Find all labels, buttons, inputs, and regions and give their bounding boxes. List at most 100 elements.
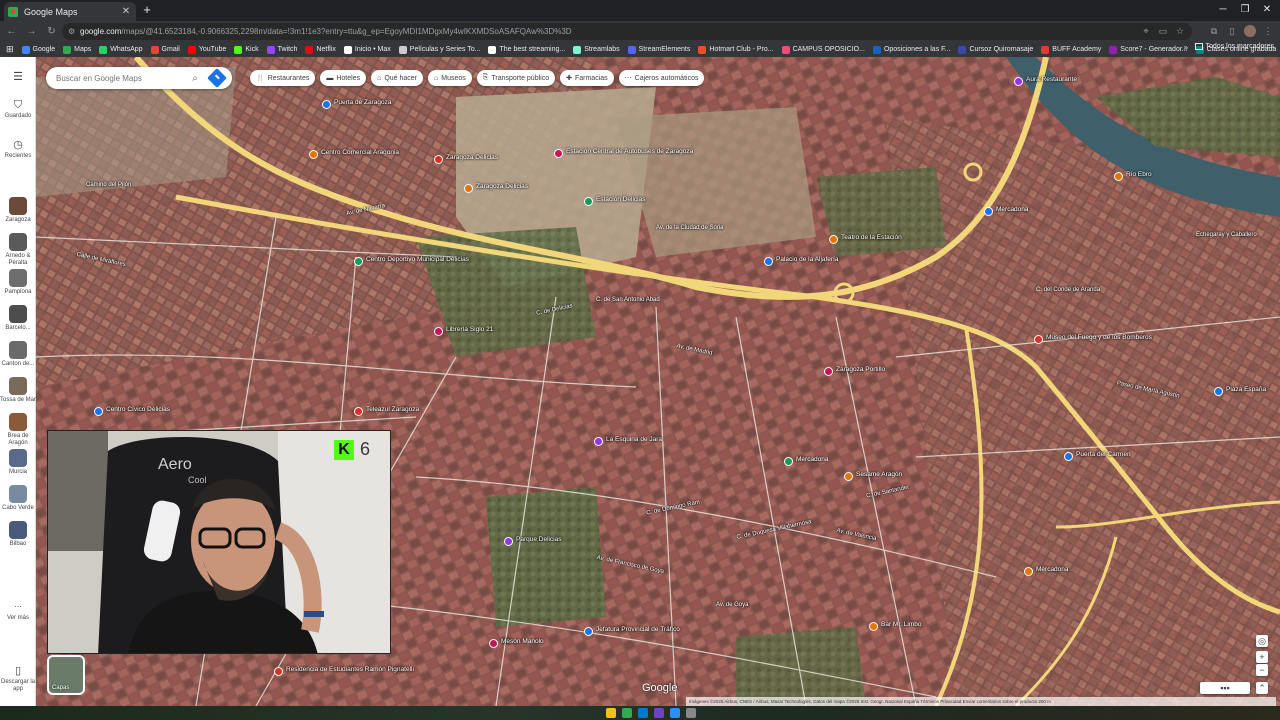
- poi-marker-icon[interactable]: [764, 257, 773, 266]
- recent-place-item[interactable]: Cabo Verde: [0, 485, 36, 512]
- directions-icon[interactable]: [207, 68, 227, 88]
- poi-marker-icon[interactable]: [322, 100, 331, 109]
- category-chip[interactable]: ✚ Farmacias: [560, 70, 614, 86]
- apps-icon[interactable]: ⊞: [6, 44, 14, 55]
- bookmark-item[interactable]: Streamlabs: [573, 45, 620, 54]
- maximize-button[interactable]: ❐: [1234, 3, 1256, 17]
- poi-marker-icon[interactable]: [1114, 172, 1123, 181]
- address-bar[interactable]: ⚙ google.com /maps/@41.6523184,-0.906632…: [62, 23, 1192, 40]
- forward-icon[interactable]: →: [23, 23, 40, 40]
- saved-button[interactable]: ⛉ Guardado: [0, 99, 36, 120]
- poi-marker-icon[interactable]: [354, 257, 363, 266]
- place-label[interactable]: Sesame Aragón: [856, 471, 902, 478]
- bookmarks-overflow-button[interactable]: »: [1184, 43, 1188, 52]
- recent-place-item[interactable]: Murcia: [0, 449, 36, 476]
- poi-marker-icon[interactable]: [584, 627, 593, 636]
- place-label[interactable]: Zaragoza Delicias: [476, 183, 528, 190]
- category-chip[interactable]: ⋯ Cajeros automáticos: [618, 70, 705, 86]
- extensions-icon[interactable]: ⧉: [1208, 25, 1220, 37]
- app-icon[interactable]: [654, 708, 664, 718]
- chrome-icon[interactable]: [622, 708, 632, 718]
- poi-marker-icon[interactable]: [434, 155, 443, 164]
- bookmark-item[interactable]: StreamElements: [627, 45, 690, 54]
- poi-marker-icon[interactable]: [1024, 567, 1033, 576]
- place-label[interactable]: Aura Restaurante: [1026, 76, 1077, 83]
- new-tab-button[interactable]: +: [140, 3, 154, 17]
- search-icon[interactable]: ⌕: [188, 73, 202, 84]
- place-label[interactable]: Centro Comercial Aragonia: [321, 149, 399, 156]
- zoom-in-button[interactable]: +: [1256, 651, 1268, 663]
- recent-place-item[interactable]: Tossa de Mar: [0, 377, 36, 404]
- reload-icon[interactable]: ↻: [43, 23, 60, 40]
- bookmark-item[interactable]: Maps: [63, 45, 91, 54]
- place-label[interactable]: Mercadona: [796, 456, 829, 463]
- bookmark-item[interactable]: Netflix: [305, 45, 336, 54]
- poi-marker-icon[interactable]: [94, 407, 103, 416]
- place-label[interactable]: Teatro de la Estación: [841, 234, 902, 241]
- app-icon-3[interactable]: [686, 708, 696, 718]
- place-label[interactable]: Puerta de Zaragoza: [334, 99, 391, 106]
- split-view-icon[interactable]: ▯: [1226, 25, 1238, 37]
- category-chip[interactable]: ⌂ Museos: [428, 70, 472, 86]
- poi-marker-icon[interactable]: [464, 184, 473, 193]
- street-view-pegman-icon[interactable]: ▪▪▪: [1200, 682, 1250, 694]
- place-label[interactable]: Librería Siglo 21: [446, 326, 493, 333]
- category-chip[interactable]: 🍴 Restaurantes: [250, 70, 316, 86]
- poi-marker-icon[interactable]: [1214, 387, 1223, 396]
- poi-marker-icon[interactable]: [584, 197, 593, 206]
- bookmark-item[interactable]: Inicio • Max: [343, 45, 391, 54]
- expand-icon[interactable]: ⌃: [1256, 682, 1268, 694]
- bookmark-star-icon[interactable]: ☆: [1174, 25, 1186, 37]
- file-explorer-icon[interactable]: [606, 708, 616, 718]
- bookmark-item[interactable]: Twitch: [266, 45, 297, 54]
- cast-icon[interactable]: ▭: [1157, 25, 1169, 37]
- place-label[interactable]: Palacio de la Aljafería: [776, 256, 839, 263]
- site-info-icon[interactable]: ⚙: [68, 27, 80, 36]
- close-tab-icon[interactable]: ✕: [120, 6, 132, 17]
- bookmark-item[interactable]: The best streaming...: [488, 45, 565, 54]
- bookmark-item[interactable]: BUFF Academy: [1041, 45, 1101, 54]
- poi-marker-icon[interactable]: [824, 367, 833, 376]
- poi-marker-icon[interactable]: [309, 150, 318, 159]
- recent-place-item[interactable]: Barcelo...: [0, 305, 36, 332]
- poi-marker-icon[interactable]: [354, 407, 363, 416]
- place-label[interactable]: Residencia de Estudiantes Ramón Pignatel…: [286, 666, 414, 673]
- poi-marker-icon[interactable]: [274, 667, 283, 676]
- place-label[interactable]: Teleazul Zaragoza: [366, 406, 419, 413]
- category-chip[interactable]: ⌂ Qué hacer: [371, 70, 424, 86]
- poi-marker-icon[interactable]: [554, 149, 563, 158]
- my-location-icon[interactable]: ◎: [1256, 635, 1268, 647]
- recent-place-item[interactable]: Arnedo & Peralta: [0, 233, 36, 267]
- more-recents-button[interactable]: ⋯ Ver más: [0, 601, 36, 622]
- recent-place-item[interactable]: Canton de...: [0, 341, 36, 368]
- category-chip[interactable]: ⎘ Transporte público: [476, 70, 556, 86]
- recent-place-item[interactable]: Zaragoza: [0, 197, 36, 224]
- place-label[interactable]: Mesón Manolo: [501, 638, 544, 645]
- poi-marker-icon[interactable]: [489, 639, 498, 648]
- recent-place-item[interactable]: Brea de Aragón: [0, 413, 36, 447]
- search-input[interactable]: [56, 73, 184, 83]
- menu-button[interactable]: ☰: [0, 71, 36, 83]
- place-label[interactable]: Estación Central de Autobuses de Zaragoz…: [566, 148, 693, 155]
- all-bookmarks-button[interactable]: Todos los marcadores: [1194, 43, 1274, 50]
- place-label[interactable]: Estación Delicias: [596, 196, 646, 203]
- poi-marker-icon[interactable]: [504, 537, 513, 546]
- place-label[interactable]: Mercadona: [996, 206, 1029, 213]
- tab-google-maps[interactable]: Google Maps ✕: [4, 2, 136, 21]
- poi-marker-icon[interactable]: [829, 235, 838, 244]
- recent-place-item[interactable]: Bilbao: [0, 521, 36, 548]
- bookmark-item[interactable]: Google: [21, 45, 55, 54]
- place-label[interactable]: Parque Delicias: [516, 536, 562, 543]
- place-label[interactable]: Zaragoza Delicias: [446, 154, 498, 161]
- place-label[interactable]: Bar Mr. Limbo: [881, 621, 921, 628]
- back-icon[interactable]: ←: [3, 23, 20, 40]
- place-label[interactable]: La Esquina de Jara: [606, 436, 662, 443]
- poi-marker-icon[interactable]: [594, 437, 603, 446]
- poi-marker-icon[interactable]: [984, 207, 993, 216]
- place-label[interactable]: Centro Cívico Delicias: [106, 406, 170, 413]
- category-chip[interactable]: ▬ Hoteles: [320, 70, 367, 86]
- bookmark-item[interactable]: Películas y Series To...: [398, 45, 480, 54]
- poi-marker-icon[interactable]: [1064, 452, 1073, 461]
- recent-place-item[interactable]: Pamplona: [0, 269, 36, 296]
- bookmark-item[interactable]: CAMPUS OPOSICIO...: [781, 45, 865, 54]
